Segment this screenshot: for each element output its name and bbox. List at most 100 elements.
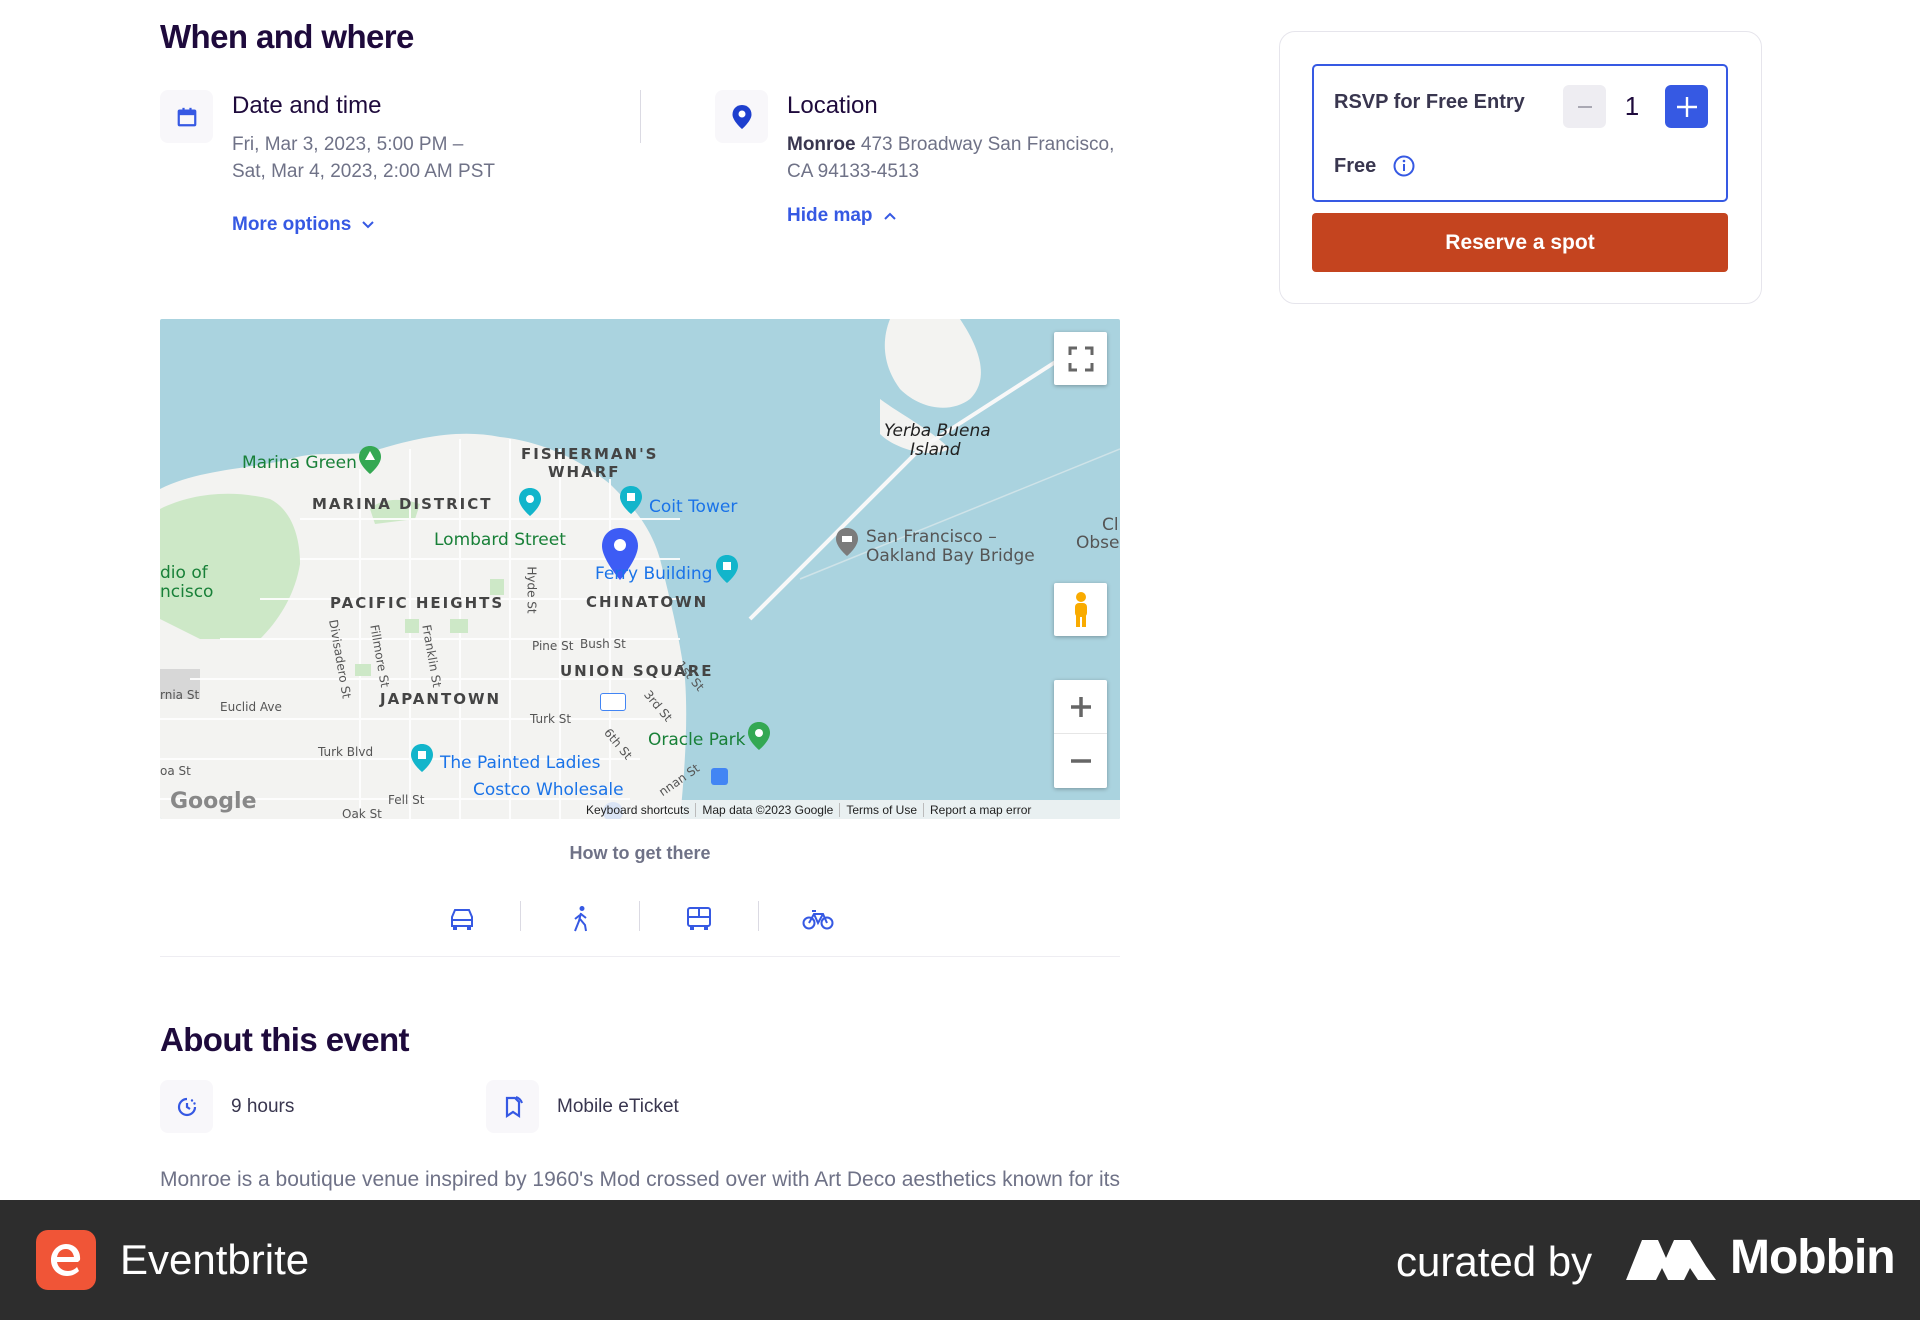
more-options-link[interactable]: More options xyxy=(232,214,375,236)
bridge-marker-icon xyxy=(836,528,858,556)
camera-marker-icon xyxy=(519,488,541,516)
map-label: CHINATOWN xyxy=(586,593,709,611)
map-label: FISHERMAN'S xyxy=(521,445,659,463)
street-label: Pine St xyxy=(532,639,574,653)
zoom-out-button[interactable] xyxy=(1054,734,1107,788)
street-label: Turk St xyxy=(530,712,572,726)
mobbin-name: Mobbin xyxy=(1730,1231,1896,1284)
pegman-icon xyxy=(1074,591,1087,627)
zoom-controls xyxy=(1054,680,1107,788)
transit-icon xyxy=(600,693,626,711)
map-label: ncisco xyxy=(160,582,214,602)
street-label: oa St xyxy=(160,764,191,778)
street-label: Oak St xyxy=(342,807,382,819)
map-label: PACIFIC HEIGHTS xyxy=(330,594,505,612)
map-label: Ferry Building xyxy=(595,564,713,584)
zoom-in-button[interactable] xyxy=(1054,680,1107,734)
minus-icon xyxy=(1577,105,1592,108)
report-map-error-link[interactable]: Report a map error xyxy=(923,802,1037,817)
landmark-marker-icon xyxy=(620,486,642,514)
map-footer: Keyboard shortcuts Map data ©2023 Google… xyxy=(580,800,1120,819)
stadium-marker-icon xyxy=(748,722,770,750)
map-label: Oracle Park xyxy=(648,730,746,750)
map-label: JAPANTOWN xyxy=(380,690,502,708)
transport-divider xyxy=(758,901,759,931)
map-label: San Francisco – xyxy=(866,527,997,547)
street-label: rnia St xyxy=(160,688,200,702)
walking-button[interactable] xyxy=(561,900,601,938)
street-label: Hyde St xyxy=(524,566,539,614)
eventbrite-logo-icon xyxy=(36,1230,96,1290)
more-options-label: More options xyxy=(232,214,352,235)
transit-button[interactable] xyxy=(679,900,719,938)
fullscreen-button[interactable] xyxy=(1054,332,1107,385)
event-map[interactable]: Marina Green FISHERMAN'S WHARF MARINA DI… xyxy=(160,319,1120,819)
biking-button[interactable] xyxy=(798,900,838,938)
mobbin-logo-icon xyxy=(1626,1240,1716,1280)
landmark-marker-icon xyxy=(716,555,738,583)
map-label: Costco Wholesale xyxy=(473,780,624,800)
info-divider xyxy=(640,90,641,143)
transit-icon xyxy=(711,768,728,785)
map-data-text: Map data ©2023 Google xyxy=(695,802,839,817)
fullscreen-icon xyxy=(1068,346,1093,371)
plus-icon xyxy=(1070,696,1091,717)
eticket-item: Mobile eTicket xyxy=(486,1080,679,1133)
street-label: Turk Blvd xyxy=(318,745,374,759)
bus-icon xyxy=(687,907,711,930)
ticket-selector: RSVP for Free Entry Free 1 xyxy=(1312,64,1728,202)
ticket-icon-tile xyxy=(486,1080,539,1133)
map-label: WHARF xyxy=(548,463,621,481)
map-label: Coit Tower xyxy=(649,497,738,517)
terms-link[interactable]: Terms of Use xyxy=(839,802,923,817)
address-line-1: Monroe 473 Broadway San Francisco, xyxy=(787,131,1114,158)
hide-map-label: Hide map xyxy=(787,205,873,226)
transport-divider xyxy=(639,901,640,931)
ticket-price: Free xyxy=(1334,154,1416,178)
google-logo: Google xyxy=(170,789,257,814)
plus-icon xyxy=(1676,96,1697,117)
date-time-title: Date and time xyxy=(232,92,382,119)
bike-icon xyxy=(802,910,834,930)
location-icon-tile xyxy=(715,90,768,143)
clock-icon-tile xyxy=(160,1080,213,1133)
map-label: Marina Green xyxy=(242,453,357,473)
transport-divider xyxy=(520,901,521,931)
location-title: Location xyxy=(787,92,878,119)
venue-name: Monroe xyxy=(787,134,856,155)
eventbrite-name: Eventbrite xyxy=(120,1236,310,1283)
map-label: Oakland Bay Bridge xyxy=(866,546,1035,566)
chevron-up-icon xyxy=(883,212,896,220)
car-icon xyxy=(451,909,473,930)
increase-quantity-button[interactable] xyxy=(1665,85,1708,128)
hide-map-link[interactable]: Hide map xyxy=(787,205,897,227)
date-line-1: Fri, Mar 3, 2023, 5:00 PM – xyxy=(232,134,464,155)
street-label: Euclid Ave xyxy=(220,700,282,714)
info-icon[interactable] xyxy=(1392,154,1416,178)
ticket-name: RSVP for Free Entry xyxy=(1334,91,1525,113)
how-to-get-there: How to get there xyxy=(569,843,711,863)
street-view-button[interactable] xyxy=(1054,583,1107,636)
price-text: Free xyxy=(1334,154,1377,177)
calendar-icon-tile xyxy=(160,90,213,143)
event-description: Monroe is a boutique venue inspired by 1… xyxy=(160,1168,1121,1191)
map-label: Cl xyxy=(1102,515,1119,535)
reserve-spot-button[interactable]: Reserve a spot xyxy=(1312,213,1728,272)
eticket-text: Mobile eTicket xyxy=(557,1095,679,1117)
duration-item: 9 hours xyxy=(160,1080,294,1133)
map-label: The Painted Ladies xyxy=(440,753,601,773)
map-label: Yerba Buena xyxy=(884,421,991,441)
decrease-quantity-button[interactable] xyxy=(1563,85,1606,128)
keyboard-shortcuts-link[interactable]: Keyboard shortcuts xyxy=(580,803,695,817)
landmark-marker-icon xyxy=(411,744,433,772)
address-street: 473 Broadway San Francisco, xyxy=(855,134,1115,155)
section-divider xyxy=(160,956,1120,957)
minus-icon xyxy=(1070,759,1091,763)
address-line-2: CA 94133-4513 xyxy=(787,161,920,182)
map-label: Obse xyxy=(1076,533,1120,553)
map-label: MARINA DISTRICT xyxy=(312,495,493,513)
chevron-down-icon xyxy=(362,221,374,229)
driving-button[interactable] xyxy=(442,900,482,938)
when-where-title: When and where xyxy=(160,18,414,55)
street-label: Bush St xyxy=(580,637,626,651)
